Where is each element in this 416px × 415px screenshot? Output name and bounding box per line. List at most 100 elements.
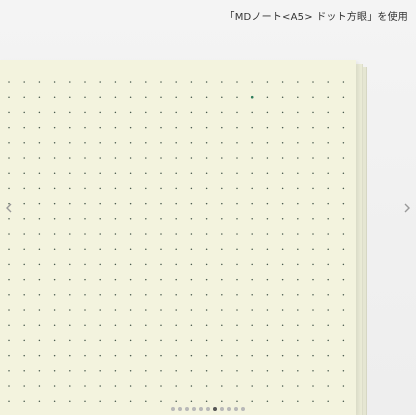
grid-dot: [8, 126, 10, 129]
grid-dot: [114, 233, 117, 235]
grid-dot: [23, 233, 25, 235]
grid-dot: [312, 111, 314, 114]
grid-dot: [160, 400, 162, 402]
grid-dot: [84, 400, 86, 402]
grid-dot: [297, 202, 299, 205]
grid-dot: [38, 187, 41, 190]
grid-dot: [69, 294, 71, 296]
grid-dot: [266, 263, 269, 266]
previous-image-button[interactable]: [2, 200, 16, 216]
grid-dot: [53, 248, 56, 250]
chevron-left-icon: [6, 203, 12, 213]
grid-dot: [38, 354, 41, 357]
grid-dot: [221, 294, 223, 296]
grid-dot: [297, 157, 299, 159]
grid-dot: [23, 385, 25, 387]
grid-dot: [69, 111, 71, 114]
grid-dot: [251, 278, 253, 281]
grid-dot: [84, 218, 86, 220]
grid-dot: [114, 354, 117, 357]
grid-dot: [69, 202, 71, 205]
pagination-dot[interactable]: [178, 407, 182, 411]
grid-dot: [145, 187, 147, 190]
grid-dot: [99, 96, 101, 98]
grid-dot: [327, 278, 329, 281]
pagination-dot[interactable]: [213, 407, 217, 411]
next-image-button[interactable]: [400, 200, 414, 216]
grid-dot: [8, 278, 10, 281]
grid-dot: [297, 233, 299, 235]
grid-dot: [175, 278, 177, 281]
grid-dot: [251, 233, 253, 235]
grid-dot: [175, 309, 177, 311]
grid-dot: [175, 218, 177, 220]
grid-dot: [160, 187, 162, 190]
pagination-dot[interactable]: [171, 407, 175, 411]
grid-dot: [38, 309, 41, 311]
grid-dot: [236, 294, 238, 296]
grid-dot: [312, 157, 314, 159]
grid-dot: [145, 81, 147, 83]
grid-dot: [236, 81, 238, 83]
grid-dot: [312, 263, 314, 266]
pagination-dot[interactable]: [206, 407, 210, 411]
grid-dot: [236, 233, 238, 235]
grid-dot: [84, 370, 86, 372]
grid-dot: [99, 81, 101, 83]
grid-dot: [38, 233, 41, 235]
grid-dot: [342, 309, 345, 311]
grid-dot: [114, 370, 117, 372]
grid-dot: [175, 248, 177, 250]
grid-dot: [297, 294, 299, 296]
grid-dot: [38, 339, 41, 342]
pagination-dot[interactable]: [192, 407, 196, 411]
grid-dot: [99, 202, 101, 205]
grid-dot: [175, 263, 177, 266]
grid-dot: [145, 233, 147, 235]
grid-dot: [327, 96, 329, 98]
grid-dot: [84, 157, 86, 159]
grid-dot: [114, 187, 117, 190]
grid-dot: [251, 400, 253, 402]
grid-dot: [281, 263, 284, 266]
grid-dot: [205, 385, 208, 387]
grid-dot: [190, 96, 193, 98]
grid-dot: [342, 172, 345, 174]
grid-dot: [327, 370, 329, 372]
pagination-dot[interactable]: [185, 407, 189, 411]
grid-dot: [53, 126, 56, 129]
grid-dot: [175, 233, 177, 235]
grid-dot: [69, 278, 71, 281]
grid-dot: [145, 385, 147, 387]
grid-dot: [38, 218, 41, 220]
grid-dot: [99, 172, 101, 174]
grid-dot: [327, 233, 329, 235]
pagination-dot[interactable]: [199, 407, 203, 411]
grid-dot: [266, 309, 269, 311]
grid-dot: [53, 354, 56, 357]
pagination-dot[interactable]: [227, 407, 231, 411]
grid-dot: [145, 96, 147, 98]
pagination-dot[interactable]: [220, 407, 224, 411]
pagination-dot[interactable]: [234, 407, 238, 411]
pagination-dot[interactable]: [241, 407, 245, 411]
grid-dot: [99, 187, 101, 190]
grid-dot: [312, 233, 314, 235]
grid-dot: [297, 111, 299, 114]
grid-dot: [190, 157, 193, 159]
grid-dot: [23, 142, 25, 144]
grid-dot: [23, 324, 25, 326]
grid-dot: [23, 157, 25, 159]
grid-dot: [327, 339, 329, 342]
grid-dot: [129, 385, 132, 387]
carousel-pagination: [0, 407, 416, 411]
grid-dot: [327, 126, 329, 129]
grid-dot: [84, 111, 86, 114]
grid-dot: [160, 142, 162, 144]
grid-dot: [312, 187, 314, 190]
grid-dot: [53, 81, 56, 83]
grid-dot: [236, 263, 238, 266]
grid-dot: [312, 309, 314, 311]
grid-dot: [38, 142, 41, 144]
grid-dot: [266, 142, 269, 144]
